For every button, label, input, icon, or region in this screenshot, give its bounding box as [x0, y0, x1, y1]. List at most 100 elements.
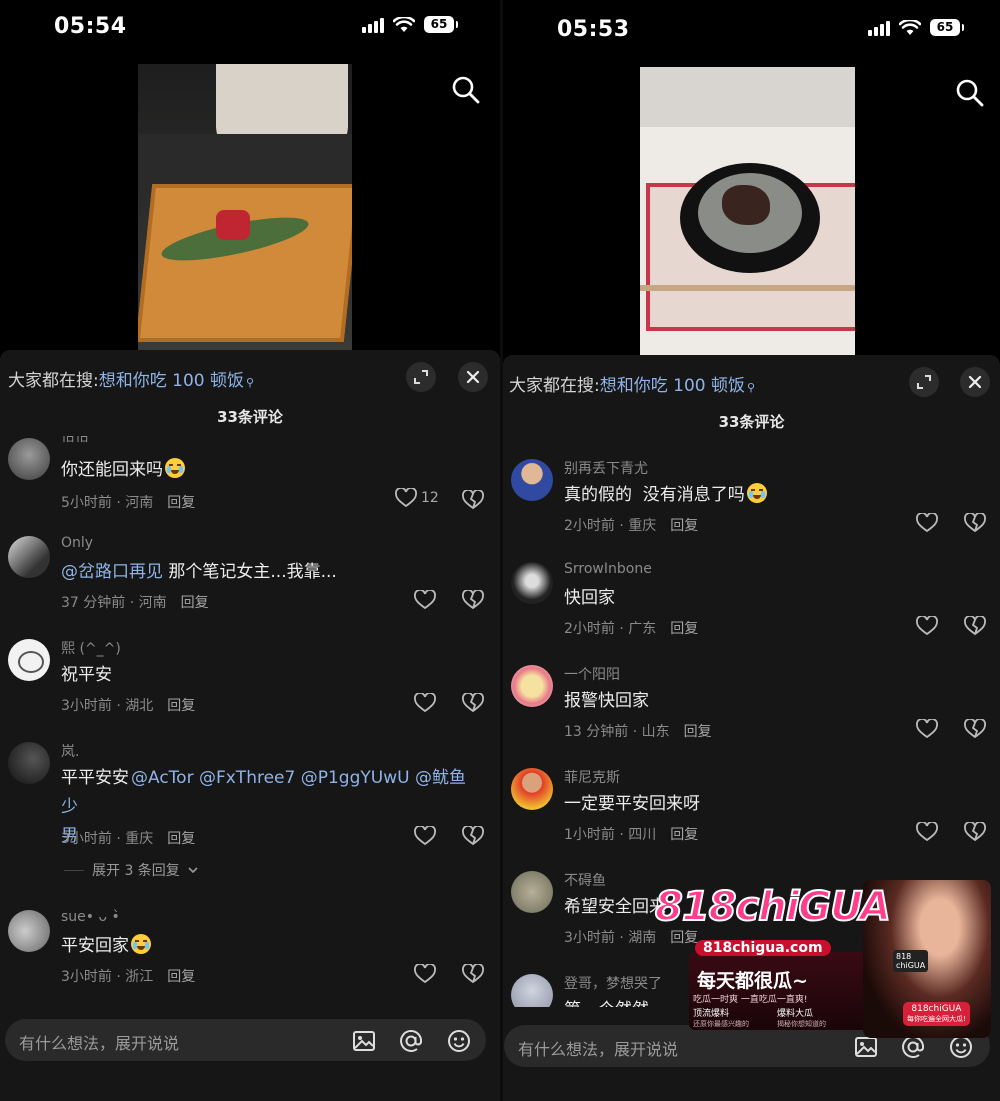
- hot-search[interactable]: 大家都在搜:想和你吃 100 顿饭 ⚲: [509, 371, 755, 396]
- post-photo[interactable]: [640, 67, 855, 355]
- post-photo[interactable]: [138, 64, 352, 350]
- search-icon[interactable]: [954, 77, 986, 109]
- at-icon[interactable]: [398, 1028, 424, 1054]
- reply-button[interactable]: 回复: [167, 495, 195, 511]
- dislike-icon[interactable]: [964, 822, 986, 842]
- heart-icon[interactable]: [414, 826, 436, 846]
- avatar[interactable]: [8, 536, 50, 578]
- reply-button[interactable]: 回复: [181, 595, 209, 611]
- expand-icon: [917, 375, 931, 389]
- close-button[interactable]: [458, 362, 488, 392]
- reply-button[interactable]: 回复: [670, 518, 698, 534]
- avatar[interactable]: [8, 910, 50, 952]
- expand-button[interactable]: [909, 367, 939, 397]
- laughing-emoji-icon: [165, 458, 185, 478]
- ad-logo: 818chiGUA: [654, 883, 892, 931]
- heart-icon[interactable]: [916, 822, 938, 842]
- avatar[interactable]: [511, 665, 553, 707]
- heart-icon[interactable]: [916, 719, 938, 739]
- comment-username[interactable]: 登哥，梦想哭了: [564, 973, 662, 993]
- like-count: 12: [421, 490, 439, 506]
- comments-count-title: 33条评论: [217, 408, 283, 426]
- comment-username[interactable]: Only: [61, 535, 93, 551]
- watermark-ad-banner[interactable]: 818chiGUA 818chigua.com 每天都很瓜~ 吃瓜一时爽 一直吃…: [653, 880, 991, 1038]
- heart-icon[interactable]: [414, 693, 436, 713]
- comment-text: 你还能回来吗: [61, 456, 480, 485]
- avatar[interactable]: [511, 768, 553, 810]
- dislike-icon[interactable]: [462, 826, 484, 846]
- reply-button[interactable]: 回复: [670, 827, 698, 843]
- comment-username[interactable]: 别再丢下青尤: [564, 459, 648, 478]
- avatar[interactable]: [8, 639, 50, 681]
- heart-icon[interactable]: [916, 513, 938, 533]
- comment-item[interactable]: 岚. 平平安安 @AcTor @FxThree7 @P1ggYUwU @鱿鱼少男 …: [0, 742, 500, 892]
- reply-button[interactable]: 回复: [167, 698, 195, 714]
- reply-button[interactable]: 回复: [670, 621, 698, 637]
- dislike-icon[interactable]: [462, 693, 484, 713]
- image-icon[interactable]: [351, 1028, 377, 1054]
- avatar[interactable]: [511, 562, 553, 604]
- comment-text: 快回家: [564, 588, 615, 608]
- comment-username[interactable]: SrrowInbone: [564, 561, 652, 577]
- reply-button[interactable]: 回复: [167, 831, 195, 847]
- comment-meta: 5小时前 · 河南 回复: [61, 495, 196, 511]
- comment-item[interactable]: 熙 (^_^) 祝平安 3小时前 · 湖北 回复: [0, 639, 500, 723]
- comment-item[interactable]: sue• ᴗ •̀ 平安回家 3小时前 · 浙江 回复: [0, 909, 500, 994]
- comment-item[interactable]: 别再丢下青尤 真的假的 没有消息了吗 2小时前 · 重庆 回复: [503, 459, 1000, 543]
- heart-icon[interactable]: [414, 964, 436, 984]
- reply-button[interactable]: 回复: [167, 969, 195, 985]
- phone-screen-left: 05:54 65 大家都在搜:想和你吃 100 顿饭 ⚲ 33条评论 怡怡 你还能…: [0, 0, 500, 1101]
- comment-item[interactable]: SrrowInbone 快回家 2小时前 · 广东 回复: [503, 561, 1000, 646]
- dislike-icon[interactable]: [462, 590, 484, 610]
- hot-search-query[interactable]: 想和你吃 100 顿饭: [99, 371, 244, 391]
- like-button[interactable]: 12: [395, 488, 439, 508]
- search-icon[interactable]: [450, 74, 482, 106]
- wifi-icon: [393, 16, 415, 32]
- signal-icon: [362, 17, 384, 33]
- heart-icon[interactable]: [916, 616, 938, 636]
- comments-list[interactable]: 怡怡 你还能回来吗 5小时前 · 河南 回复 12 Only @岔路口再见 那个笔…: [0, 436, 500, 1007]
- comment-item[interactable]: Only @岔路口再见 那个笔记女主...我靠... 37 分钟前 · 河南 回复: [0, 535, 500, 620]
- ad-slogan: 每天都很瓜~: [697, 970, 808, 992]
- expand-button[interactable]: [406, 362, 436, 392]
- avatar[interactable]: [511, 459, 553, 501]
- comment-input-bar: 有什么想法，展开说说: [0, 1007, 500, 1101]
- comment-username[interactable]: 岚.: [61, 741, 79, 761]
- reply-button[interactable]: 回复: [684, 724, 712, 740]
- dislike-icon[interactable]: [964, 513, 986, 533]
- hot-search[interactable]: 大家都在搜:想和你吃 100 顿饭 ⚲: [8, 366, 254, 391]
- sheet-header: 大家都在搜:想和你吃 100 顿饭 ⚲: [503, 355, 1000, 405]
- avatar[interactable]: [511, 871, 553, 913]
- avatar[interactable]: [8, 742, 50, 784]
- hot-search-query[interactable]: 想和你吃 100 顿饭: [600, 376, 745, 396]
- mention-link[interactable]: @岔路口再见: [61, 562, 163, 582]
- comment-username[interactable]: sue• ᴗ •̀: [61, 909, 120, 925]
- comment-text: 报警快回家: [564, 691, 649, 711]
- dislike-icon[interactable]: [462, 490, 484, 510]
- battery-icon: 65: [424, 16, 458, 33]
- comment-input[interactable]: 有什么想法，展开说说: [5, 1019, 486, 1061]
- comment-username[interactable]: 一个阳阳: [564, 664, 620, 684]
- dislike-icon[interactable]: [964, 719, 986, 739]
- expand-replies-button[interactable]: 展开 3 条回复: [64, 860, 198, 880]
- comment-item[interactable]: 怡怡 你还能回来吗 5小时前 · 河南 回复 12: [0, 436, 500, 520]
- comment-text: 祝平安: [61, 665, 112, 685]
- heart-icon[interactable]: [414, 590, 436, 610]
- comment-username[interactable]: 不碍鱼: [564, 870, 606, 890]
- chevron-down-icon: [188, 867, 198, 874]
- sheet-header: 大家都在搜:想和你吃 100 顿饭 ⚲: [0, 350, 500, 400]
- status-time: 05:53: [557, 17, 630, 42]
- comment-username[interactable]: 熙 (^_^): [61, 638, 121, 658]
- dislike-icon[interactable]: [462, 964, 484, 984]
- comment-username[interactable]: 怡怡: [61, 436, 89, 446]
- close-button[interactable]: [960, 367, 990, 397]
- comment-item[interactable]: 菲尼克斯 一定要平安回来呀 1小时前 · 四川 回复: [503, 768, 1000, 852]
- battery-icon: 65: [930, 19, 964, 36]
- avatar[interactable]: [511, 974, 553, 1007]
- comment-item[interactable]: 一个阳阳 报警快回家 13 分钟前 · 山东 回复: [503, 665, 1000, 749]
- comment-username[interactable]: 菲尼克斯: [564, 767, 620, 787]
- emoji-icon[interactable]: [446, 1028, 472, 1054]
- avatar[interactable]: [8, 438, 50, 480]
- heart-icon: [395, 488, 417, 508]
- dislike-icon[interactable]: [964, 616, 986, 636]
